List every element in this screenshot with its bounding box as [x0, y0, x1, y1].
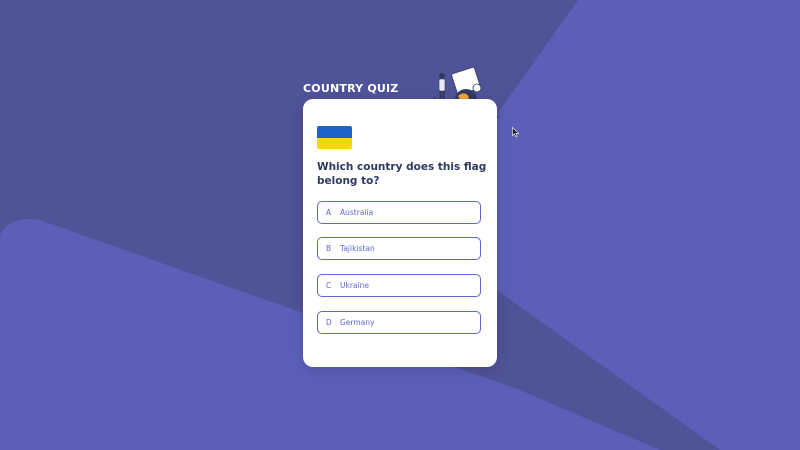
option-text: Tajikistan	[340, 244, 375, 253]
question-text: Which country does this flag belong to?	[317, 161, 487, 187]
quiz-card: Which country does this flag belong to? …	[303, 99, 497, 367]
option-text: Australia	[340, 208, 374, 217]
quiz-title: COUNTRY QUIZ	[303, 82, 399, 95]
option-letter: A	[326, 208, 332, 217]
option-text: Germany	[340, 318, 375, 327]
option-text: Ukraine	[340, 281, 369, 290]
answer-option-b[interactable]: B Tajikistan	[317, 237, 481, 260]
answer-option-a[interactable]: A Australia	[317, 201, 481, 224]
answer-option-c[interactable]: C Ukraine	[317, 274, 481, 297]
flag-ukraine-icon	[317, 126, 352, 149]
option-letter: C	[326, 281, 332, 290]
option-letter: B	[326, 244, 332, 253]
quiz-page: COUNTRY QUIZ Which country does this fla…	[0, 0, 800, 450]
mouse-pointer-icon	[512, 127, 520, 138]
answer-option-d[interactable]: D Germany	[317, 311, 481, 334]
option-letter: D	[326, 318, 332, 327]
